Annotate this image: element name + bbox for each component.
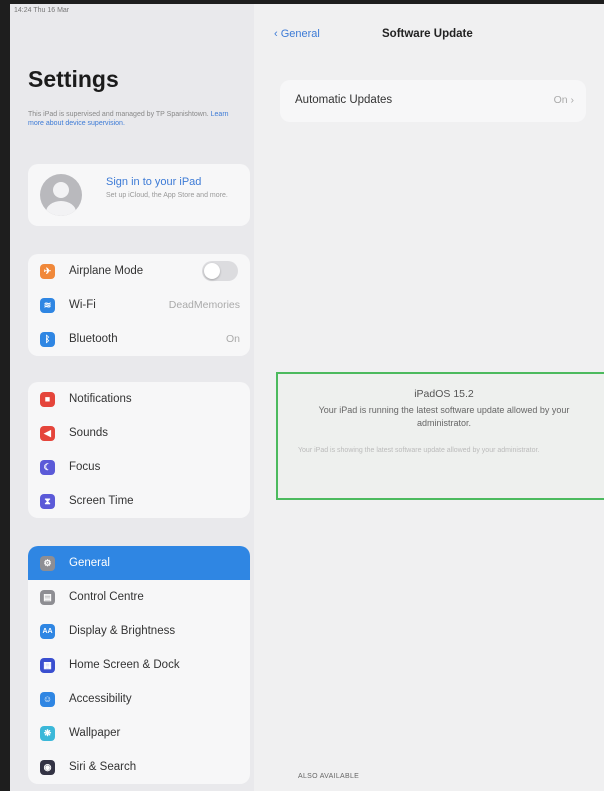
bluetooth-value: On: [225, 333, 240, 345]
automatic-updates-label: Automatic Updates: [295, 94, 393, 106]
sidebar-item-notifications[interactable]: ■ Notifications: [28, 382, 250, 416]
wifi-network-value: DeadMemories: [168, 299, 240, 311]
back-button[interactable]: ‹ General: [274, 28, 320, 40]
sidebar-item-display-brightness[interactable]: AA Display & Brightness: [28, 614, 250, 648]
airplane-mode-toggle[interactable]: [202, 261, 238, 281]
sidebar-item-bluetooth[interactable]: ᛒ Bluetooth On: [28, 322, 250, 356]
accessibility-icon: ☺: [40, 691, 55, 707]
control-centre-icon: ▤: [40, 589, 55, 605]
sidebar-item-label: Control Centre: [69, 591, 144, 603]
home-screen-icon: ▦: [40, 657, 55, 673]
also-available-header: ALSO AVAILABLE: [298, 773, 360, 780]
sidebar-item-label: Accessibility: [69, 693, 132, 705]
supervision-text: This iPad is supervised and managed by T…: [28, 111, 209, 118]
sidebar-item-label: Home Screen & Dock: [69, 659, 180, 671]
sidebar-item-label: Wallpaper: [69, 727, 121, 739]
sidebar-item-label: Display & Brightness: [69, 625, 176, 637]
nav-bar: ‹ General Software Update: [254, 22, 604, 52]
sidebar-item-label: Bluetooth: [69, 333, 118, 345]
connectivity-group: ✈ Airplane Mode ≋ Wi-Fi DeadMemories ᛒ B…: [28, 254, 250, 356]
sounds-icon: ◀: [40, 425, 55, 441]
airplane-icon: ✈: [40, 263, 55, 279]
display-icon: AA: [40, 623, 55, 639]
gear-icon: ⚙: [40, 555, 55, 571]
avatar: [40, 174, 82, 216]
sidebar-item-wifi[interactable]: ≋ Wi-Fi DeadMemories: [28, 288, 250, 322]
sidebar-item-label: Wi-Fi: [69, 299, 96, 311]
sidebar-item-label: Focus: [69, 461, 101, 473]
os-version: iPadOS 15.2: [414, 388, 474, 400]
notifications-group: ■ Notifications ◀ Sounds ☾ Focus ⧗ Scree…: [28, 382, 250, 518]
ipad-screen: 14:24 Thu 16 Mar Settings This iPad is s…: [10, 4, 604, 791]
sidebar-item-home-screen-dock[interactable]: ▦ Home Screen & Dock: [28, 648, 250, 682]
general-group: ⚙ General ▤ Control Centre AA Display & …: [28, 546, 250, 784]
automatic-updates-value: On ›: [553, 94, 575, 106]
back-label: General: [280, 28, 320, 40]
sidebar-item-label: Siri & Search: [69, 761, 137, 773]
sidebar-item-control-centre[interactable]: ▤ Control Centre: [28, 580, 250, 614]
sidebar-item-siri-search[interactable]: ◉ Siri & Search: [28, 750, 250, 784]
software-update-pane: ‹ General Software Update Automatic Upda…: [254, 4, 604, 791]
settings-sidebar: 14:24 Thu 16 Mar Settings This iPad is s…: [10, 4, 254, 791]
sidebar-item-focus[interactable]: ☾ Focus: [28, 450, 250, 484]
sidebar-item-accessibility[interactable]: ☺ Accessibility: [28, 682, 250, 716]
chevron-left-icon: ‹: [274, 28, 281, 40]
update-status-message: Your iPad is running the latest software…: [318, 405, 570, 428]
sidebar-item-label: Sounds: [69, 427, 109, 439]
sidebar-item-general[interactable]: ⚙ General: [28, 546, 250, 580]
chevron-right-icon: ›: [570, 94, 575, 106]
status-bar-time: 14:24 Thu 16 Mar: [14, 7, 70, 14]
update-status-faded-message: Your iPad is showing the latest software…: [298, 447, 540, 454]
sign-in-title: Sign in to your iPad: [106, 176, 202, 188]
focus-icon: ☾: [40, 459, 55, 475]
bluetooth-icon: ᛒ: [40, 331, 55, 347]
sidebar-item-wallpaper[interactable]: ❋ Wallpaper: [28, 716, 250, 750]
wallpaper-icon: ❋: [40, 725, 55, 741]
notifications-icon: ■: [40, 391, 55, 407]
supervision-notice: This iPad is supervised and managed by T…: [28, 110, 233, 128]
sidebar-item-airplane-mode[interactable]: ✈ Airplane Mode: [28, 254, 250, 288]
sidebar-item-label: Notifications: [69, 393, 132, 405]
screen-time-icon: ⧗: [40, 493, 55, 509]
automatic-updates-row[interactable]: Automatic Updates On ›: [280, 80, 586, 122]
sidebar-item-screen-time[interactable]: ⧗ Screen Time: [28, 484, 250, 518]
sign-in-subtitle: Set up iCloud, the App Store and more.: [106, 192, 228, 199]
siri-icon: ◉: [40, 759, 55, 775]
sidebar-item-label: Airplane Mode: [69, 265, 144, 277]
wifi-icon: ≋: [40, 297, 55, 313]
sidebar-item-label: Screen Time: [69, 495, 134, 507]
settings-title: Settings: [28, 66, 119, 92]
sidebar-item-sounds[interactable]: ◀ Sounds: [28, 416, 250, 450]
sidebar-item-label: General: [69, 557, 110, 569]
sign-in-card[interactable]: Sign in to your iPad Set up iCloud, the …: [28, 164, 250, 226]
page-title: Software Update: [382, 28, 473, 40]
update-status-box: iPadOS 15.2 Your iPad is running the lat…: [276, 372, 604, 500]
